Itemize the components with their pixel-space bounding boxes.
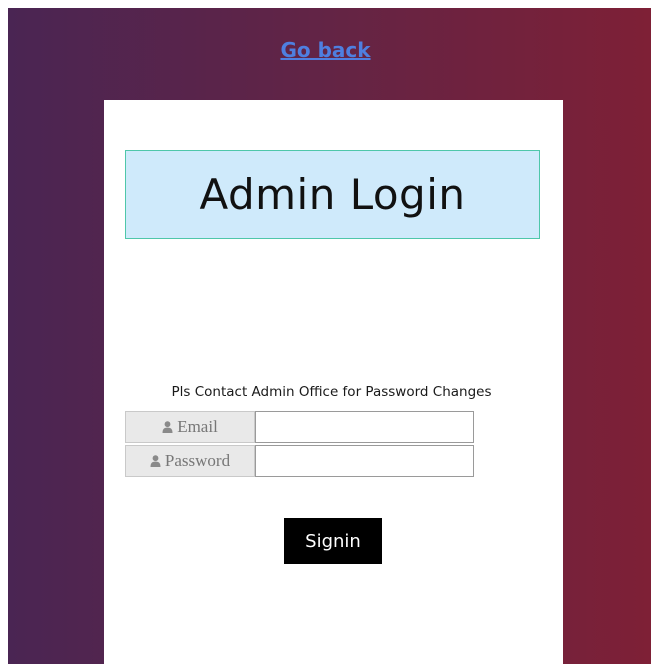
login-card: Admin Login Pls Contact Admin Office for… xyxy=(104,100,563,664)
user-icon xyxy=(150,455,161,467)
password-field[interactable] xyxy=(255,445,474,477)
email-field[interactable] xyxy=(255,411,474,443)
password-addon: Password xyxy=(125,445,255,477)
go-back-link[interactable]: Go back xyxy=(8,38,651,62)
password-change-note: Pls Contact Admin Office for Password Ch… xyxy=(171,384,492,400)
email-label: Email xyxy=(177,417,218,436)
email-addon: Email xyxy=(125,411,255,443)
email-row: Email xyxy=(125,411,475,443)
password-row: Password xyxy=(125,445,475,477)
signin-button[interactable]: Signin xyxy=(284,518,382,564)
title-banner: Admin Login xyxy=(125,150,540,239)
password-label: Password xyxy=(164,451,231,470)
page-title: Admin Login xyxy=(199,170,466,219)
page-background: Go back Admin Login Pls Contact Admin Of… xyxy=(8,8,651,664)
user-icon xyxy=(162,421,173,433)
